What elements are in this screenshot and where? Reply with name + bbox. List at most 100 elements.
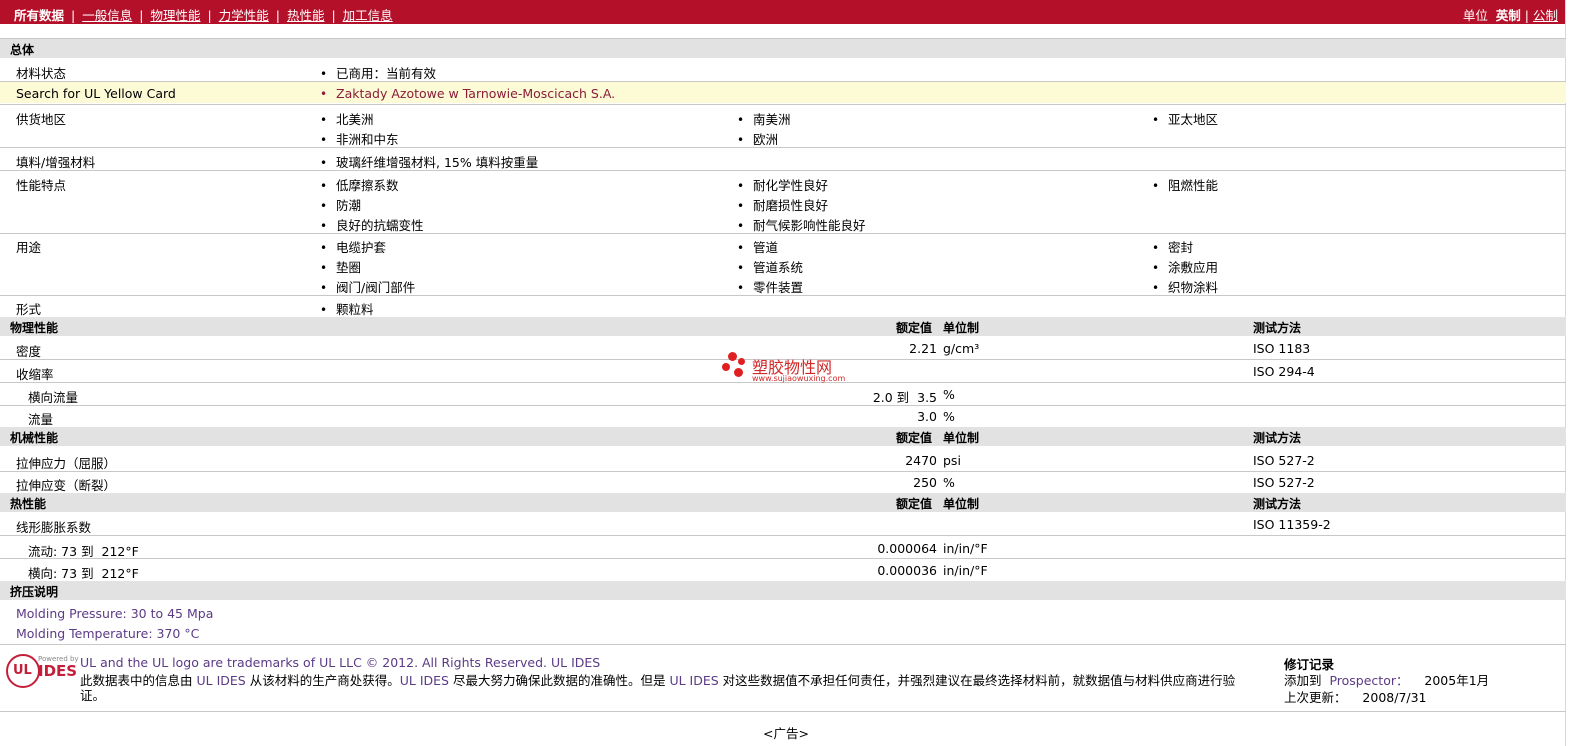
- shrink-method: ISO 294-4: [1253, 364, 1315, 379]
- transverse-flow-label: 横向流量: [28, 390, 79, 405]
- ul-ides-link[interactable]: UL IDES: [669, 673, 718, 688]
- section-title-thermal: 热性能: [10, 497, 47, 511]
- section-header-general: 总体: [0, 39, 1566, 58]
- divider: [0, 558, 1566, 559]
- watermark-dot: [722, 363, 730, 371]
- filler-value: 玻璃纤维增强材料, 15% 填料按重量: [320, 152, 538, 171]
- ides-logo-text: IDES: [38, 662, 78, 680]
- clte-label: 线形膨胀系数: [16, 520, 92, 535]
- form-value: 颗粒料: [320, 299, 374, 318]
- trademark-text: UL and the UL logo are trademarks of UL …: [80, 655, 601, 670]
- revision-updated: 上次更新： 2008/7/31: [1284, 687, 1427, 706]
- imperial-unit[interactable]: 英制: [1496, 8, 1521, 23]
- revision-added-date: 2005年1月: [1424, 673, 1490, 688]
- feature-item: 良好的抗蠕变性: [320, 215, 424, 234]
- section-title-extrusion: 挤压说明: [10, 585, 59, 599]
- section-title-physical: 物理性能: [10, 321, 59, 335]
- nav-general-info[interactable]: 一般信息: [82, 8, 132, 23]
- watermark-dot: [728, 352, 737, 361]
- ul-ides-link[interactable]: UL IDES: [197, 673, 246, 688]
- use-item: 管道系统: [737, 257, 803, 276]
- unit-switch: 单位 英制 | 公制: [1462, 8, 1558, 23]
- section-header-mechanical: 机械性能 额定值 单位制 测试方法: [0, 427, 1566, 446]
- section-title-mechanical: 机械性能: [10, 431, 59, 445]
- nav-processing[interactable]: 加工信息: [343, 8, 393, 23]
- watermark-dot: [734, 368, 743, 377]
- tensile-yield-value: 2470: [905, 453, 937, 468]
- clte-flow-unit: in/in/°F: [943, 541, 988, 556]
- use-item: 零件装置: [737, 277, 803, 296]
- filler-label: 填料/增强材料: [16, 155, 96, 170]
- metric-unit-link[interactable]: 公制: [1533, 8, 1558, 23]
- method-header: 测试方法: [1253, 321, 1302, 335]
- tensile-break-unit: %: [943, 475, 955, 490]
- section-header-physical: 物理性能 额定值 单位制 测试方法: [0, 317, 1566, 336]
- feature-item: 耐气候影响性能良好: [737, 215, 866, 234]
- revision-added-label: 添加到: [1284, 673, 1322, 688]
- uses-label: 用途: [16, 240, 42, 255]
- supply-item: 北美洲: [320, 109, 374, 128]
- use-item: 垫圈: [320, 257, 361, 276]
- method-header: 测试方法: [1253, 431, 1302, 445]
- section-header-thermal: 热性能 额定值 单位制 测试方法: [0, 493, 1566, 512]
- molding-pressure: Molding Pressure: 30 to 45 Mpa: [16, 606, 214, 621]
- divider: [0, 170, 1566, 171]
- tensile-yield-unit: psi: [943, 453, 961, 468]
- divider: [0, 147, 1566, 148]
- disclaimer-line-2: 证。: [80, 688, 106, 703]
- ad-label: <广告>: [763, 726, 809, 741]
- transverse-flow-value: 2.0 到 3.5: [872, 390, 937, 405]
- divider: [0, 471, 1566, 472]
- nav-all-data[interactable]: 所有数据: [14, 8, 64, 23]
- feature-item: 耐磨损性良好: [737, 195, 828, 214]
- clte-flow-value: 0.000064: [877, 541, 937, 556]
- tensile-yield-label: 拉伸应力（屈服）: [16, 456, 117, 471]
- rated-header: 额定值: [896, 431, 933, 445]
- unit-header: 单位制: [943, 497, 980, 511]
- unit-header: 单位制: [943, 321, 980, 335]
- divider: [0, 405, 1566, 406]
- use-item: 织物涂料: [1152, 277, 1218, 296]
- yellow-card-link[interactable]: Zaktady Azotowe w Tarnowie-Moscicach S.A…: [320, 86, 615, 101]
- flow-unit: %: [943, 409, 955, 424]
- density-unit: g/cm³: [943, 341, 980, 356]
- density-label: 密度: [16, 344, 42, 359]
- molding-temperature: Molding Temperature: 370 °C: [16, 626, 200, 641]
- unit-header: 单位制: [943, 431, 980, 445]
- status-label: 材料状态: [16, 66, 67, 81]
- nav-mechanical[interactable]: 力学性能: [219, 8, 269, 23]
- nav-physical[interactable]: 物理性能: [150, 8, 200, 23]
- section-title-general: 总体: [10, 43, 35, 57]
- clte-method: ISO 11359-2: [1253, 517, 1331, 532]
- divider: [0, 644, 1566, 645]
- clte-transverse-unit: in/in/°F: [943, 563, 988, 578]
- supply-item: 南美洲: [737, 109, 791, 128]
- disclaimer-text: 从该材料的生产商处获得。: [249, 673, 400, 688]
- feature-item: 低摩擦系数: [320, 175, 399, 194]
- supply-item: 非洲和中东: [320, 129, 399, 148]
- flow-label: 流量: [28, 412, 54, 427]
- nav-thermal[interactable]: 热性能: [287, 8, 325, 23]
- divider: [0, 104, 1566, 105]
- tensile-break-value: 250: [913, 475, 937, 490]
- units-label: 单位: [1462, 8, 1488, 23]
- feature-item: 阻燃性能: [1152, 175, 1218, 194]
- divider: [0, 233, 1566, 234]
- vertical-scrollbar[interactable]: [1565, 0, 1585, 746]
- shrink-label: 收缩率: [16, 367, 54, 382]
- features-label: 性能特点: [16, 178, 67, 193]
- clte-transverse-label: 横向: 73 到 212°F: [28, 566, 139, 581]
- method-header: 测试方法: [1253, 497, 1302, 511]
- rated-header: 额定值: [896, 497, 933, 511]
- ul-logo[interactable]: UL: [6, 654, 40, 688]
- disclaimer-text: 尽最大努力确保此数据的准确性。但是: [452, 673, 666, 688]
- watermark-url: www.sujiaowuxing.com: [752, 374, 846, 383]
- disclaimer-text: 对这些数据值不承担任何责任，并强烈建议在最终选择材料前，就数据值与材料供应商进行…: [722, 673, 1236, 688]
- revision-updated-label: 上次更新：: [1284, 690, 1347, 705]
- ul-logo-text: UL: [13, 663, 32, 678]
- status-value: 已商用：当前有效: [320, 63, 436, 82]
- prospector-link[interactable]: Prospector：: [1329, 673, 1408, 688]
- divider: [0, 711, 1566, 712]
- tensile-break-method: ISO 527-2: [1253, 475, 1315, 490]
- ul-ides-link[interactable]: UL IDES: [400, 673, 449, 688]
